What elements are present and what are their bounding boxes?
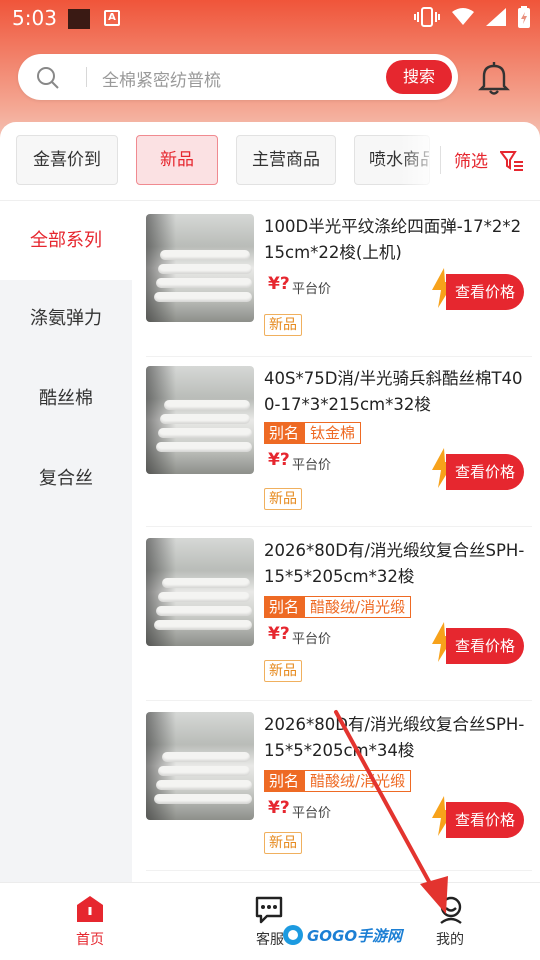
annotation-arrow — [334, 710, 448, 914]
